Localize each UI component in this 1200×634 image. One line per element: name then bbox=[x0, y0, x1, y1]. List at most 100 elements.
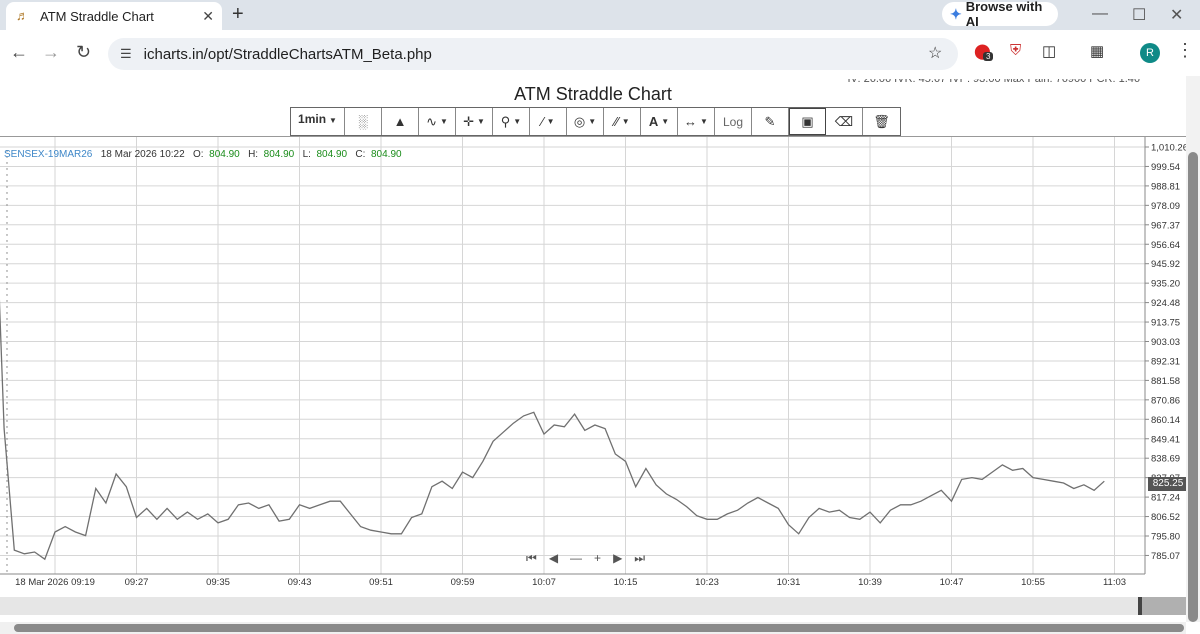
open-value: 804.90 bbox=[209, 149, 240, 160]
tab-strip: ♬ ATM Straddle Chart ✕ + ✦ Browse with A… bbox=[0, 0, 1200, 30]
dotted-axis-marker bbox=[6, 288, 8, 290]
close-window-icon[interactable]: ✕ bbox=[1170, 5, 1183, 25]
dotted-axis-marker bbox=[6, 372, 8, 374]
right-icon[interactable]: ▶ bbox=[613, 551, 622, 566]
indicator-icon[interactable]: ▲ bbox=[382, 108, 419, 135]
text-tool-icon[interactable]: A ▼ bbox=[641, 108, 678, 135]
dotted-axis-marker bbox=[6, 222, 8, 224]
page-horizontal-scrollbar[interactable] bbox=[0, 622, 1186, 634]
dotted-axis-marker bbox=[6, 408, 8, 410]
dotted-axis-marker bbox=[6, 258, 8, 260]
dotted-axis-marker bbox=[6, 540, 8, 542]
y-tick-label: 838.69 bbox=[1151, 454, 1180, 465]
chart-horizontal-scrollbar[interactable] bbox=[0, 597, 1186, 615]
y-tick-label: 849.41 bbox=[1151, 434, 1180, 445]
site-favicon-icon: ♬ bbox=[16, 8, 29, 23]
dotted-axis-marker bbox=[6, 348, 8, 350]
dotted-axis-marker bbox=[6, 390, 8, 392]
chart-scroll-thumb[interactable] bbox=[1138, 597, 1186, 615]
y-tick-label: 892.31 bbox=[1151, 356, 1180, 367]
chart-area[interactable]: 1,010.26 999.54 988.81 978.09 967.37 956.64 94… bbox=[0, 136, 1188, 596]
dotted-axis-marker bbox=[6, 264, 8, 266]
dotted-axis-marker bbox=[6, 366, 8, 368]
forward-icon[interactable]: → bbox=[42, 42, 60, 63]
dotted-axis-marker bbox=[6, 186, 8, 188]
last-icon[interactable]: ⏭ bbox=[634, 551, 645, 566]
puzzle-icon[interactable]: ◫ bbox=[1042, 42, 1056, 60]
x-tick-label: 09:59 bbox=[451, 577, 475, 588]
browse-with-ai-label: Browse with AI bbox=[965, 0, 1043, 29]
page-vertical-scroll-thumb[interactable] bbox=[1188, 152, 1198, 622]
dotted-axis-marker bbox=[6, 438, 8, 440]
tab-search-icon[interactable]: ▦ bbox=[1090, 42, 1104, 60]
dotted-axis-marker bbox=[6, 162, 8, 164]
fibonacci-icon[interactable]: ◎ ▼ bbox=[567, 108, 604, 135]
zoom-out-icon[interactable]: — bbox=[570, 551, 582, 566]
dotted-axis-marker bbox=[6, 510, 8, 512]
x-tick-label: 09:27 bbox=[125, 577, 149, 588]
browser-tab[interactable]: ♬ ATM Straddle Chart ✕ bbox=[6, 2, 222, 30]
maximize-icon[interactable]: ☐ bbox=[1132, 5, 1146, 25]
dotted-axis-marker bbox=[6, 282, 8, 284]
back-icon[interactable]: ← bbox=[10, 42, 28, 63]
minimize-icon[interactable]: — bbox=[1092, 5, 1108, 23]
reload-icon[interactable]: ↻ bbox=[76, 42, 91, 63]
interval-select[interactable]: 1min ▼ bbox=[291, 108, 345, 135]
dotted-axis-marker bbox=[6, 486, 8, 488]
dotted-axis-marker bbox=[6, 492, 8, 494]
page-title: ATM Straddle Chart bbox=[514, 84, 672, 104]
site-settings-icon[interactable]: ☰ bbox=[120, 46, 132, 62]
interval-label: 1min bbox=[298, 112, 327, 126]
y-tick-label: 870.86 bbox=[1151, 395, 1180, 406]
straddle-chart: 1,010.26 999.54 988.81 978.09 967.37 956.64 94… bbox=[0, 137, 1188, 588]
chart-toolbar: 1min ▼ ░ ▲ ∿ ▼ ✛ ▼ ⚲ ▼ ∕ ▼ ◎ ▼ ⁄⁄ ▼ A ▼ ↔ ▼ Log ✎… bbox=[290, 107, 901, 136]
dotted-axis-marker bbox=[6, 516, 8, 518]
low-value: 804.90 bbox=[316, 149, 348, 160]
zoom-icon[interactable]: ⚲ ▼ bbox=[493, 108, 530, 135]
crosshair-icon[interactable]: ✛ ▼ bbox=[456, 108, 493, 135]
dotted-axis-marker bbox=[6, 432, 8, 434]
compare-icon[interactable]: ∿ ▼ bbox=[419, 108, 456, 135]
zoom-in-icon[interactable]: + bbox=[594, 551, 601, 566]
camera-icon[interactable]: ▣ bbox=[789, 108, 826, 135]
delete-one-icon[interactable]: ⌫ bbox=[826, 108, 863, 135]
y-tick-label: 795.80 bbox=[1151, 532, 1180, 543]
dotted-axis-marker bbox=[6, 504, 8, 506]
left-icon[interactable]: ◀ bbox=[549, 551, 558, 566]
menu-icon[interactable]: ⋮ bbox=[1176, 40, 1194, 61]
dotted-axis-marker bbox=[6, 228, 8, 230]
pencil-icon[interactable]: ✎ bbox=[752, 108, 789, 135]
shield-extension-icon[interactable]: ⛨ bbox=[1010, 42, 1021, 59]
close-tab-icon[interactable]: ✕ bbox=[202, 8, 214, 25]
high-value: 804.90 bbox=[263, 149, 295, 160]
y-tick-label: 913.75 bbox=[1151, 318, 1180, 329]
y-tick-label: 924.48 bbox=[1151, 298, 1180, 309]
bookmark-star-icon[interactable]: ☆ bbox=[928, 43, 942, 63]
dotted-axis-marker bbox=[6, 402, 8, 404]
new-tab-icon[interactable]: + bbox=[232, 3, 244, 26]
dotted-axis-marker bbox=[6, 420, 8, 422]
page-vertical-scrollbar[interactable] bbox=[1186, 76, 1200, 622]
measure-icon[interactable]: ↔ ▼ bbox=[678, 108, 715, 135]
legend-datetime: 18 Mar 2026 10:22 bbox=[100, 149, 185, 160]
dotted-axis-marker bbox=[6, 558, 8, 560]
x-tick-label: 09:51 bbox=[369, 577, 393, 588]
dotted-axis-marker bbox=[6, 252, 8, 254]
dotted-axis-marker bbox=[6, 270, 8, 272]
x-tick-label: 09:35 bbox=[206, 577, 230, 588]
dotted-axis-marker bbox=[6, 198, 8, 200]
chart-type-icon[interactable]: ░ bbox=[345, 108, 382, 135]
trend-line-icon[interactable]: ∕ ▼ bbox=[530, 108, 567, 135]
page-horizontal-scroll-thumb[interactable] bbox=[14, 624, 1184, 632]
browse-with-ai-button[interactable]: ✦ Browse with AI bbox=[942, 0, 1058, 29]
delete-all-icon[interactable]: 🗑 bbox=[863, 108, 900, 135]
url-bar[interactable]: ☰ icharts.in/opt/StraddleChartsATM_Beta.… bbox=[108, 38, 958, 70]
series-line bbox=[0, 299, 1105, 561]
avatar[interactable]: R bbox=[1140, 43, 1160, 63]
first-icon[interactable]: ⏮ bbox=[526, 551, 537, 566]
dotted-axis-marker bbox=[6, 216, 8, 218]
channel-icon[interactable]: ⁄⁄ ▼ bbox=[604, 108, 641, 135]
log-scale-toggle[interactable]: Log bbox=[715, 108, 752, 135]
dotted-axis-marker bbox=[6, 522, 8, 524]
close-value: 804.90 bbox=[370, 149, 402, 160]
